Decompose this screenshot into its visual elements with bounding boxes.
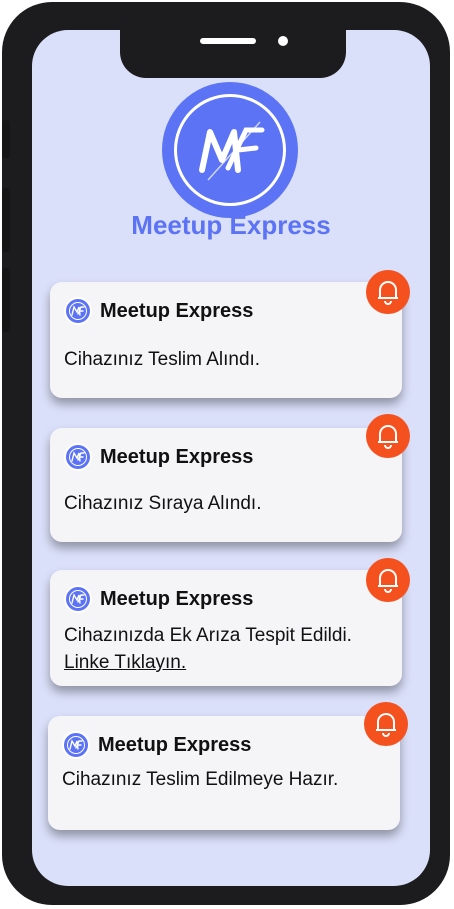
notification-title: Meetup Express: [100, 299, 254, 322]
volume-up-button: [2, 188, 10, 252]
app-logo-small: [64, 585, 92, 613]
volume-down-button: [2, 268, 10, 332]
app-logo-small: [62, 731, 90, 759]
notification-message: Cihazınızda Ek Arıza Tespit Edildi. Link…: [64, 622, 384, 676]
bell-icon[interactable]: [366, 414, 410, 458]
speaker-icon: [200, 38, 256, 44]
camera-icon: [278, 36, 288, 46]
notification-message: Cihazınız Sıraya Alındı.: [64, 493, 262, 514]
app-logo: [162, 82, 298, 218]
notification-card[interactable]: Meetup Express Cihazınız Teslim Edilmeye…: [48, 716, 400, 830]
app-logo-small: [64, 297, 92, 325]
phone-screen: Meetup Express Meetup Express Cihazınız …: [32, 30, 430, 886]
me-monogram-icon: [199, 121, 265, 181]
phone-frame: Meetup Express Meetup Express Cihazınız …: [2, 2, 450, 905]
bell-icon[interactable]: [366, 270, 410, 314]
notification-title: Meetup Express: [100, 445, 254, 468]
notification-card[interactable]: Meetup Express Cihazınızda Ek Arıza Tesp…: [50, 570, 402, 686]
bell-icon[interactable]: [366, 558, 410, 602]
notification-card[interactable]: Meetup Express Cihazınız Teslim Alındı.: [50, 282, 402, 398]
notification-message: Cihazınız Teslim Alındı.: [64, 349, 261, 370]
notification-message: Cihazınız Teslim Edilmeye Hazır.: [62, 769, 339, 790]
notification-link[interactable]: Linke Tıklayın.: [64, 652, 186, 673]
bell-icon[interactable]: [364, 702, 408, 746]
mute-switch: [2, 120, 10, 158]
notification-title: Meetup Express: [100, 587, 254, 610]
notification-title: Meetup Express: [98, 733, 252, 756]
notification-message-text: Cihazınızda Ek Arıza Tespit Edildi.: [64, 625, 352, 646]
app-logo-small: [64, 443, 92, 471]
notification-card[interactable]: Meetup Express Cihazınız Sıraya Alındı.: [50, 428, 402, 542]
notch: [120, 30, 346, 78]
app-name: Meetup Express: [131, 210, 331, 240]
